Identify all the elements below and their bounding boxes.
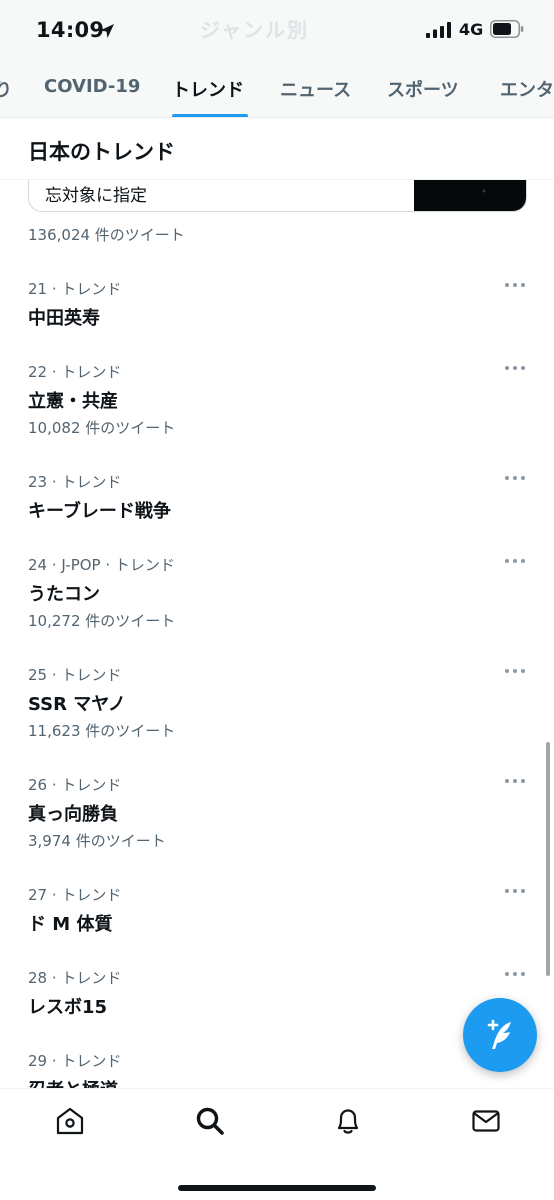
tab-entertainment[interactable]: エンタ xyxy=(500,76,554,102)
network-type: 4G xyxy=(459,20,484,39)
home-icon[interactable] xyxy=(54,1105,86,1137)
trend-meta: 22 · トレンド xyxy=(28,363,122,381)
trend-name: 中田英寿 xyxy=(28,308,100,329)
tab-covid19[interactable]: COVID-19 xyxy=(44,76,140,97)
bottom-tab-bar xyxy=(0,1088,554,1200)
trend-tweet-count: 10,272 件のツイート xyxy=(28,612,176,630)
status-bar: 14:09 ジャンル別 4G xyxy=(0,0,554,62)
more-options-icon[interactable] xyxy=(502,664,528,678)
page-title: 日本のトレンド xyxy=(28,140,175,164)
battery-icon xyxy=(490,20,524,38)
more-options-icon[interactable] xyxy=(502,278,528,292)
more-options-icon[interactable] xyxy=(502,471,528,485)
trend-meta: 27 · トレンド xyxy=(28,886,122,904)
scrollbar[interactable] xyxy=(546,742,550,976)
status-time: 14:09 xyxy=(36,18,105,42)
home-indicator[interactable] xyxy=(178,1185,376,1191)
trend-meta: 24 · J-POP · トレンド xyxy=(28,556,175,574)
more-options-icon[interactable] xyxy=(502,774,528,788)
section-header: 日本のトレンド xyxy=(0,118,554,180)
tab-trends[interactable]: トレンド xyxy=(172,76,244,102)
cellular-signal-icon xyxy=(426,22,451,38)
trend-name: 忍者と極道 xyxy=(28,1076,118,1088)
location-arrow-icon xyxy=(100,24,114,38)
tab-news[interactable]: ニュース xyxy=(280,76,351,102)
news-card[interactable]: 忘対象に指定 xyxy=(28,180,527,212)
trend-meta: 28 · トレンド xyxy=(28,969,122,987)
trend-tweet-count: 11,623 件のツイート xyxy=(28,722,176,740)
trend-name: 立憲・共産 xyxy=(28,391,118,412)
notifications-icon[interactable] xyxy=(332,1105,364,1137)
trend-name: うたコン xyxy=(28,584,100,605)
more-options-icon[interactable] xyxy=(502,554,528,568)
more-options-icon[interactable] xyxy=(502,967,528,981)
trend-name: レスボ15 xyxy=(28,997,108,1018)
trend-meta: 26 · トレンド xyxy=(28,776,122,794)
news-card-image xyxy=(414,180,526,211)
search-icon[interactable] xyxy=(194,1105,226,1137)
trend-meta: 23 · トレンド xyxy=(28,473,122,491)
tab-sports[interactable]: スポーツ xyxy=(387,76,459,102)
trend-tweet-count: 136,024 件のツイート xyxy=(28,226,185,244)
news-card-text: 忘対象に指定 xyxy=(45,186,147,206)
trend-name: キーブレード戦争 xyxy=(28,501,171,522)
faded-header-title: ジャンル別 xyxy=(200,18,309,42)
explore-tabs: り COVID-19 トレンド ニュース スポーツ エンタ xyxy=(0,62,554,118)
compose-tweet-button[interactable] xyxy=(463,998,537,1072)
trend-tweet-count: 10,082 件のツイート xyxy=(28,419,176,437)
trend-tweet-count: 3,974 件のツイート xyxy=(28,832,166,850)
trend-meta: 25 · トレンド xyxy=(28,666,122,684)
messages-icon[interactable] xyxy=(470,1105,502,1137)
trend-meta: 29 · トレンド xyxy=(28,1052,122,1070)
more-options-icon[interactable] xyxy=(502,361,528,375)
trend-name: ド M 体質 xyxy=(28,914,113,935)
more-options-icon[interactable] xyxy=(502,884,528,898)
compose-feather-icon xyxy=(487,1019,511,1049)
trend-name: SSR マヤノ xyxy=(28,694,126,715)
trend-meta: 21 · トレンド xyxy=(28,280,122,298)
tab-partial-left[interactable]: り xyxy=(0,76,12,102)
trends-list: 忘対象に指定 136,024 件のツイート 21 · トレンド 中田英寿 22 … xyxy=(0,180,554,1088)
trend-name: 真っ向勝負 xyxy=(28,804,118,825)
